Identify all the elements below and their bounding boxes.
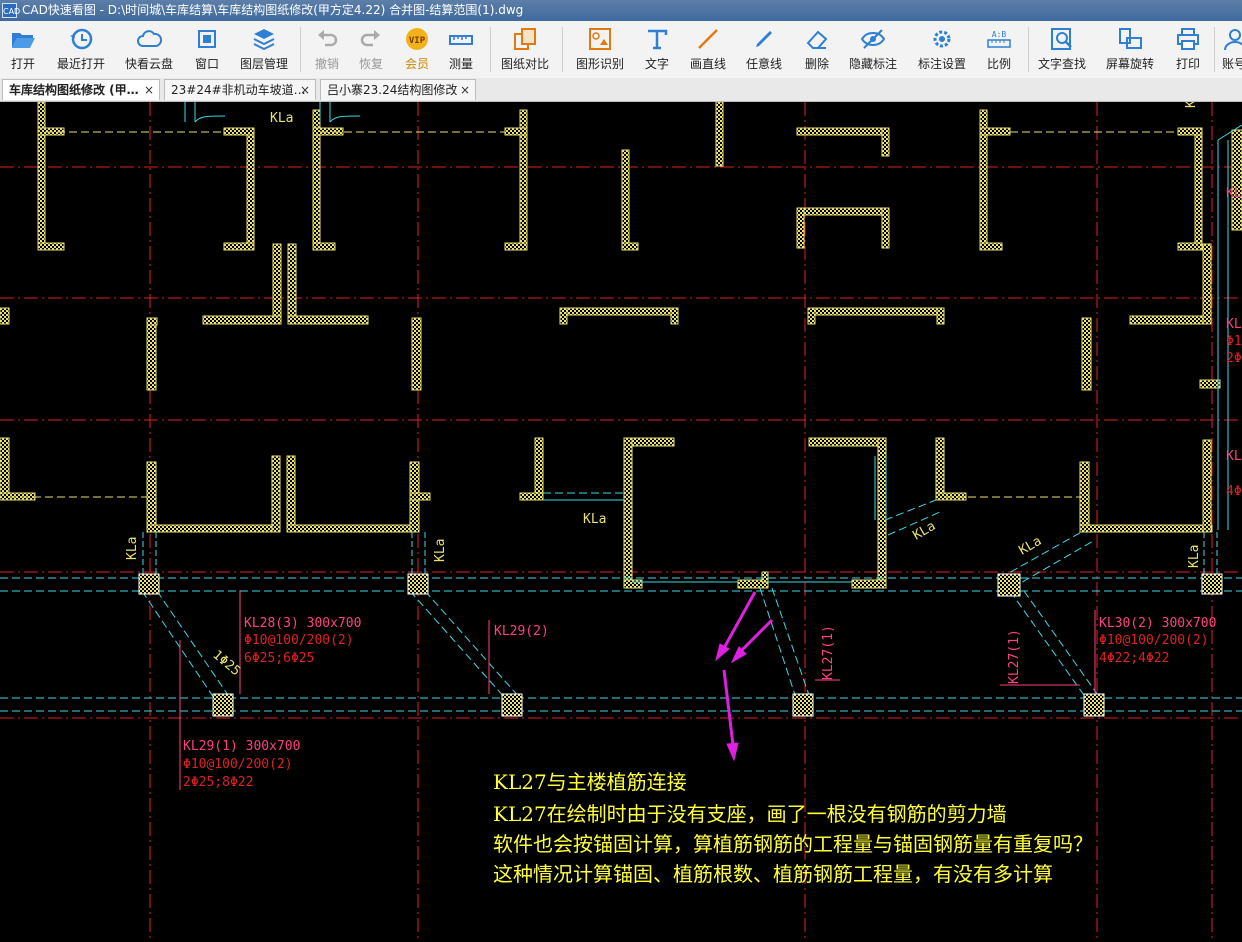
note-line: 这种情况计算锚固、植筋根数、植筋钢筋工程量，有没有多计算 xyxy=(493,862,1053,886)
eraser-icon xyxy=(806,30,828,49)
annotation-settings-button[interactable]: 标注设置 xyxy=(912,23,972,76)
redo-button[interactable]: 恢复 xyxy=(350,23,392,76)
document-tabs: 车库结构图纸修改 (甲… × 23#24#非机动车坡道… × 吕小寨23.24结… xyxy=(0,78,1242,102)
tab-lvxiaozhai[interactable]: 吕小寨23.24结构图修改 × xyxy=(320,79,476,100)
close-icon[interactable]: × xyxy=(144,80,154,100)
compare-icon xyxy=(514,28,536,50)
vip-icon: VIP xyxy=(406,28,428,50)
kl29-1-stirrup: Φ10@100/200(2) xyxy=(183,757,293,772)
line-icon xyxy=(698,29,718,49)
tab-label: 吕小寨23.24结构图修改 xyxy=(327,83,458,97)
close-icon[interactable]: × xyxy=(460,80,470,100)
kl28-bars: 6Φ25;6Φ25 xyxy=(244,651,314,666)
edge-bars-label: 2Φ xyxy=(1226,351,1242,366)
freehand-line-button[interactable]: 任意线 xyxy=(740,23,788,76)
kl30-name: KL30(2) 300x700 xyxy=(1099,616,1216,631)
recent-open-button[interactable]: 最近打开 xyxy=(50,23,112,76)
toolbar-separator xyxy=(300,27,301,72)
screen-rotate-button[interactable]: 屏幕旋转 xyxy=(1100,23,1160,76)
layers-icon xyxy=(253,29,275,51)
note-line: KL27与主楼植筋连接 xyxy=(493,770,687,794)
cloud-disk-button[interactable]: 快看云盘 xyxy=(118,23,180,76)
cloud-icon xyxy=(137,30,162,47)
eye-hide-icon xyxy=(860,29,886,49)
edge-kl-label: KL xyxy=(1226,317,1242,332)
kl27-name: KL27(1) xyxy=(821,625,836,680)
text-search-icon xyxy=(1051,28,1072,50)
text-search-button[interactable]: 文字查找 xyxy=(1034,23,1090,76)
printer-icon xyxy=(1177,28,1199,50)
beam-lines xyxy=(0,102,1242,712)
delete-button[interactable]: 删除 xyxy=(796,23,838,76)
kla-label: KLa xyxy=(270,111,293,126)
hide-annotation-button[interactable]: 隐藏标注 xyxy=(844,23,902,76)
print-button[interactable]: 打印 xyxy=(1166,23,1210,76)
kl27-name: KL27(1) xyxy=(1007,629,1022,684)
scale-icon: A:B xyxy=(987,30,1011,48)
shape-recognize-button[interactable]: 图形识别 xyxy=(570,23,630,76)
kl29-1-bars: 2Φ25;8Φ22 xyxy=(183,775,253,790)
title-bar: CAD CAD快速看图 - D:\时间城\车库结算\车库结构图纸修改(甲方定4.… xyxy=(0,0,1242,21)
vip-button[interactable]: VIP 会员 xyxy=(396,23,438,76)
close-icon[interactable]: × xyxy=(300,80,310,100)
svg-text:VIP: VIP xyxy=(409,36,426,46)
app-icon: CAD xyxy=(2,3,20,18)
kl30-bars: 4Φ22;4Φ22 xyxy=(1099,651,1169,666)
toolbar-separator xyxy=(562,27,563,72)
text-button[interactable]: 文字 xyxy=(636,23,678,76)
toolbar-separator xyxy=(1214,27,1215,72)
folder-open-icon xyxy=(12,33,35,48)
kla-label: KLa xyxy=(911,519,939,544)
kla-label: KLa xyxy=(433,539,448,562)
history-icon xyxy=(70,28,93,50)
edge-stirrup-label: Φ1 xyxy=(1226,334,1242,349)
annotation-arrows xyxy=(715,591,774,762)
shear-walls xyxy=(0,101,1242,589)
window-button[interactable]: 窗口 xyxy=(186,23,228,76)
scale-button[interactable]: A:B 比例 xyxy=(976,23,1022,76)
rotate-icon xyxy=(1119,28,1142,49)
tab-label: 车库结构图纸修改 (甲… xyxy=(9,83,139,97)
kl-edge-label: KL xyxy=(1184,102,1199,108)
edge-bars-label: 4Φ xyxy=(1226,484,1242,499)
tab-garage-structure[interactable]: 车库结构图纸修改 (甲… × xyxy=(2,79,160,100)
account-button[interactable]: 账号 xyxy=(1218,23,1242,76)
kla-label: KLa xyxy=(583,512,606,527)
open-button[interactable]: 打开 xyxy=(0,23,46,76)
toolbar-separator xyxy=(1028,27,1029,72)
tab-ramp[interactable]: 23#24#非机动车坡道… × xyxy=(164,79,316,100)
redo-icon xyxy=(360,30,380,47)
user-icon xyxy=(1224,29,1242,51)
kl29-2-name: KL29(2) xyxy=(494,624,549,639)
undo-icon xyxy=(318,30,338,47)
tab-label: 23#24#非机动车坡道… xyxy=(171,83,306,97)
kla-label: KLa xyxy=(1187,545,1202,568)
svg-text:A:B: A:B xyxy=(992,30,1007,39)
ruler-icon xyxy=(449,35,473,45)
toolbar-separator xyxy=(490,27,491,72)
kla-label: KLa xyxy=(125,537,140,560)
kl28-stirrup: Φ10@100/200(2) xyxy=(244,633,354,648)
drawing-compare-button[interactable]: 图纸对比 xyxy=(496,23,554,76)
kl28-name: KL28(3) 300x700 xyxy=(244,616,361,631)
draw-line-button[interactable]: 画直线 xyxy=(684,23,732,76)
drawing-canvas[interactable]: KLa KLa KLa KLa KLa KLa KLa KL 1Φ25 KL28… xyxy=(0,92,1242,938)
note-line: 软件也会按锚固计算，算植筋钢筋的工程量与锚固钢筋量有重复吗？ xyxy=(493,832,1093,856)
note-line: KL27在绘制时由于没有支座，画了一根没有钢筋的剪力墙 xyxy=(493,802,1007,826)
measure-button[interactable]: 测量 xyxy=(440,23,482,76)
undo-button[interactable]: 撤销 xyxy=(306,23,348,76)
kl30-stirrup: Φ10@100/200(2) xyxy=(1099,633,1209,648)
settings-icon xyxy=(933,30,951,48)
kl29-1-name: KL29(1) 300x700 xyxy=(183,739,300,754)
shape-recognize-icon xyxy=(589,28,611,50)
window-title: CAD快速看图 - D:\时间城\车库结算\车库结构图纸修改(甲方定4.22) … xyxy=(22,3,524,17)
layer-manager-button[interactable]: 图层管理 xyxy=(234,23,294,76)
kla-label: KLa xyxy=(1017,534,1045,559)
edge-kl-label: KL xyxy=(1226,449,1242,464)
pen-icon xyxy=(756,31,772,47)
toolbar: 打开 最近打开 快看云盘 窗口 图层管理 撤销 恢复 VIP 会员 测量 图纸对… xyxy=(0,21,1242,79)
window-icon xyxy=(198,30,216,48)
text-icon xyxy=(648,29,668,50)
edge-kl-label: KL xyxy=(1226,186,1242,201)
